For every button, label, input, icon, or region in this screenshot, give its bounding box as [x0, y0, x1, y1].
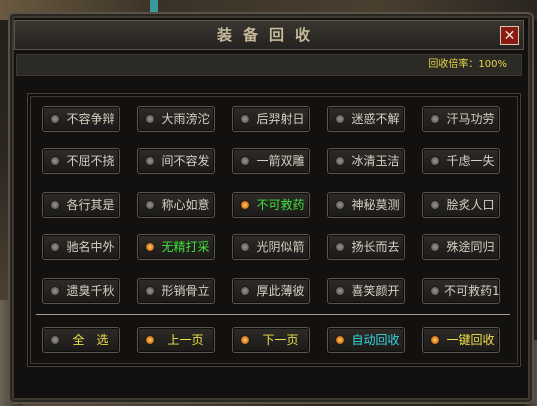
item-label: 迷惑不解: [351, 112, 400, 126]
item-label: 各行其是: [66, 198, 115, 212]
radio-icon: [145, 156, 155, 166]
item-toggle[interactable]: 形销骨立: [137, 278, 215, 304]
item-toggle[interactable]: 不可救药1: [422, 278, 500, 304]
item-label: 光阴似箭: [256, 240, 305, 254]
item-toggle[interactable]: 间不容发: [137, 148, 215, 174]
radio-icon: [50, 242, 60, 252]
item-label: 神秘莫测: [351, 198, 400, 212]
item-label: 汗马功劳: [446, 112, 495, 126]
one-click-recycle-button[interactable]: 一键回收: [422, 327, 500, 353]
select-all-label: 全 选: [72, 333, 109, 347]
item-toggle[interactable]: 冰清玉洁: [327, 148, 405, 174]
next-page-button[interactable]: 下一页: [232, 327, 310, 353]
item-toggle[interactable]: 称心如意: [137, 192, 215, 218]
next-page-label: 下一页: [262, 333, 299, 347]
radio-icon: [50, 200, 60, 210]
radio-icon: [335, 156, 345, 166]
item-label: 千虑一失: [446, 154, 495, 168]
item-toggle[interactable]: 迷惑不解: [327, 106, 405, 132]
close-button[interactable]: ✕: [500, 26, 519, 45]
radio-icon: [430, 242, 440, 252]
radio-icon: [430, 114, 440, 124]
item-toggle[interactable]: 脍炙人口: [422, 192, 500, 218]
item-label: 遗臭千秋: [66, 284, 115, 298]
item-label: 喜笑颜开: [351, 284, 400, 298]
prev-page-label: 上一页: [167, 333, 204, 347]
item-toggle[interactable]: 神秘莫测: [327, 192, 405, 218]
item-label: 厚此薄彼: [256, 284, 305, 298]
item-toggle[interactable]: 各行其是: [42, 192, 120, 218]
radio-icon: [145, 286, 155, 296]
item-label: 不屈不挠: [66, 154, 115, 168]
item-toggle[interactable]: 后羿射日: [232, 106, 310, 132]
radio-icon: [430, 156, 440, 166]
item-label: 扬长而去: [351, 240, 400, 254]
one-click-recycle-label: 一键回收: [446, 333, 495, 347]
item-label: 不容争辩: [66, 112, 115, 126]
item-toggle[interactable]: 大雨滂沱: [137, 106, 215, 132]
radio-icon: [145, 200, 155, 210]
radio-icon: [145, 335, 155, 345]
item-label: 脍炙人口: [446, 198, 495, 212]
item-label: 无精打采: [161, 240, 210, 254]
item-toggle[interactable]: 汗马功劳: [422, 106, 500, 132]
recycle-rate-text: 回收倍率：100%: [428, 59, 507, 70]
radio-icon: [335, 335, 345, 345]
auto-recycle-label: 自动回收: [351, 333, 400, 347]
radio-icon: [335, 286, 345, 296]
item-label: 不可救药: [256, 198, 305, 212]
radio-icon: [335, 242, 345, 252]
item-toggle[interactable]: 不屈不挠: [42, 148, 120, 174]
radio-icon: [240, 200, 250, 210]
item-toggle[interactable]: 喜笑颜开: [327, 278, 405, 304]
item-label: 驰名中外: [66, 240, 115, 254]
radio-icon: [50, 335, 60, 345]
item-label: 大雨滂沱: [161, 112, 210, 126]
item-toggle[interactable]: 千虑一失: [422, 148, 500, 174]
item-label: 后羿射日: [256, 112, 305, 126]
radio-icon: [145, 242, 155, 252]
radio-icon: [240, 335, 250, 345]
radio-icon: [430, 286, 440, 296]
item-toggle[interactable]: 无精打采: [137, 234, 215, 260]
item-label: 一箭双雕: [256, 154, 305, 168]
item-toggle[interactable]: 殊途同归: [422, 234, 500, 260]
prev-page-button[interactable]: 上一页: [137, 327, 215, 353]
radio-icon: [50, 286, 60, 296]
item-toggle[interactable]: 不容争辩: [42, 106, 120, 132]
item-toggle[interactable]: 遗臭千秋: [42, 278, 120, 304]
item-label: 间不容发: [161, 154, 210, 168]
radio-icon: [335, 114, 345, 124]
radio-icon: [335, 200, 345, 210]
item-label: 不可救药1: [444, 284, 500, 298]
radio-icon: [240, 156, 250, 166]
close-icon: ✕: [503, 28, 516, 44]
info-bar: 回收倍率：100%: [16, 54, 522, 76]
radio-icon: [240, 286, 250, 296]
item-label: 殊途同归: [446, 240, 495, 254]
radio-icon: [50, 114, 60, 124]
radio-icon: [240, 114, 250, 124]
radio-icon: [430, 335, 440, 345]
item-toggle[interactable]: 厚此薄彼: [232, 278, 310, 304]
radio-icon: [430, 200, 440, 210]
item-grid-frame: [30, 96, 518, 364]
auto-recycle-button[interactable]: 自动回收: [327, 327, 405, 353]
item-toggle[interactable]: 光阴似箭: [232, 234, 310, 260]
item-toggle[interactable]: 扬长而去: [327, 234, 405, 260]
item-label: 形销骨立: [161, 284, 210, 298]
radio-icon: [145, 114, 155, 124]
item-label: 冰清玉洁: [351, 154, 400, 168]
window-titlebar[interactable]: 装备回收: [14, 20, 524, 50]
item-toggle[interactable]: 一箭双雕: [232, 148, 310, 174]
window-title: 装备回收: [216, 26, 321, 44]
item-toggle[interactable]: 不可救药: [232, 192, 310, 218]
item-label: 称心如意: [161, 198, 210, 212]
divider: [36, 314, 510, 315]
item-toggle[interactable]: 驰名中外: [42, 234, 120, 260]
radio-icon: [240, 242, 250, 252]
select-all-button[interactable]: 全 选: [42, 327, 120, 353]
radio-icon: [50, 156, 60, 166]
